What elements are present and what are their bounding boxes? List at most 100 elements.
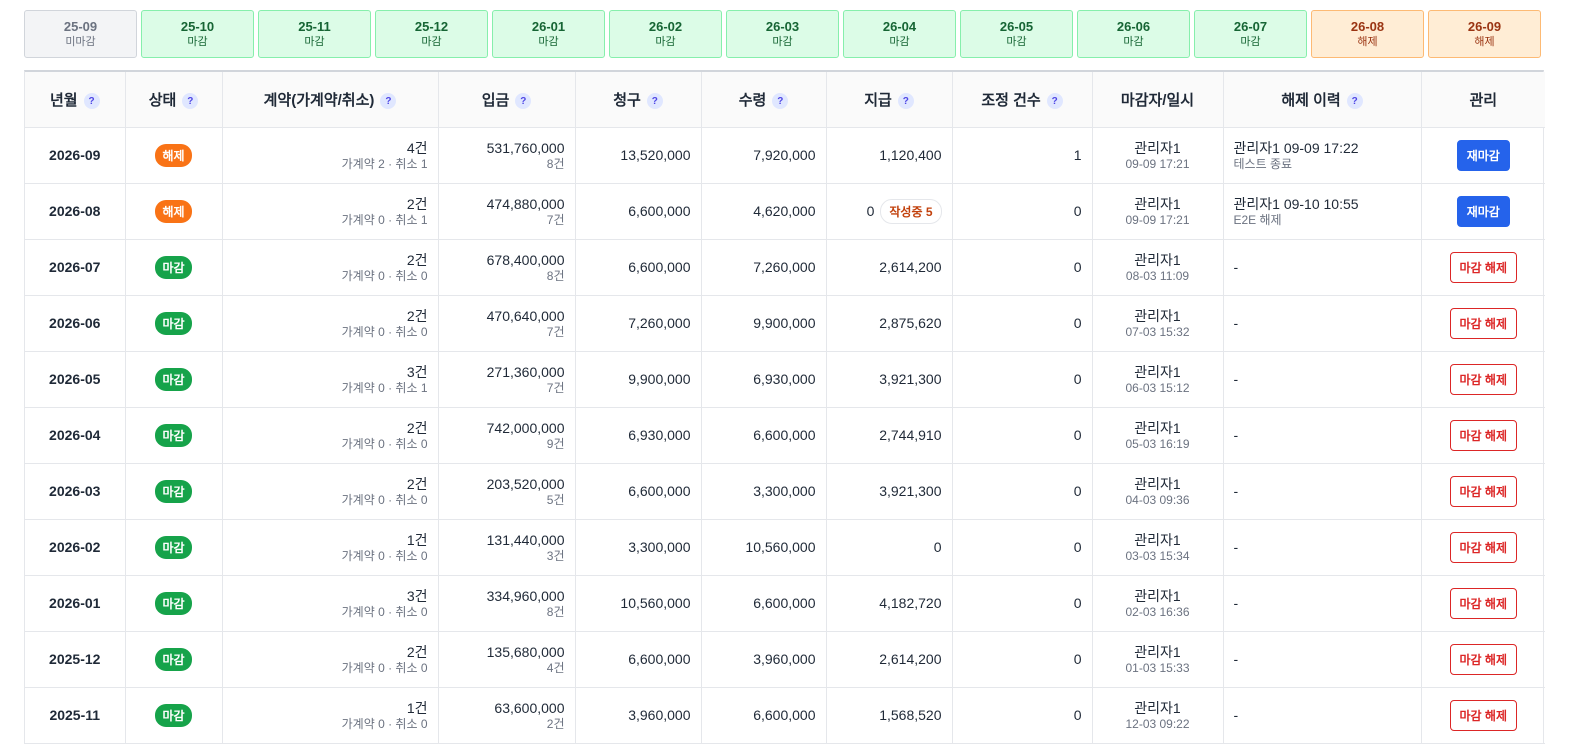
release-reason: E2E 해제 [1233, 212, 1282, 227]
cell-deposit: 474,880,000 7건 [438, 183, 576, 240]
cell-adjust-count: 0 [952, 631, 1093, 688]
month-chip[interactable]: 26-09 해제 [1428, 10, 1541, 58]
deposit-amount: 531,760,000 [486, 139, 565, 156]
cell-release-history: - [1223, 575, 1422, 632]
cell-closer: 관리자1 09-09 17:21 [1092, 183, 1224, 240]
month-chip[interactable]: 26-07 마감 [1194, 10, 1307, 58]
cell-payment: 3,921,300 [826, 463, 953, 520]
closing-table: 년월? 상태? 계약(가계약/취소)? 입금? 청구? 수령? 지급? 조정 건수? 마감자/일… [24, 70, 1545, 744]
release-history: - [1233, 539, 1239, 555]
cell-manage: 마감 해제 [1421, 295, 1545, 352]
month-chip-status: 마감 [772, 36, 793, 48]
release-close-button[interactable]: 마감 해제 [1449, 699, 1517, 731]
cell-adjust-count: 0 [952, 351, 1093, 408]
month-chip[interactable]: 26-01 마감 [492, 10, 605, 58]
payment-wrap: 3,921,300 [879, 483, 941, 499]
cell-receipt: 4,620,000 [701, 183, 827, 240]
help-icon[interactable]: ? [380, 93, 397, 110]
table-body: 2026-09 해제 4건 가계약 2 · 취소 1 531,760,000 8건 13,5… [25, 127, 1545, 744]
reclose-button[interactable]: 재마감 [1456, 195, 1510, 227]
cell-month: 2026-07 [25, 239, 126, 296]
cell-release-history: - [1223, 631, 1422, 688]
release-history: - [1233, 371, 1239, 387]
cell-deposit: 678,400,000 8건 [438, 239, 576, 296]
month-chip[interactable]: 26-02 마감 [609, 10, 722, 58]
cell-billing: 3,300,000 [575, 519, 702, 576]
cell-deposit: 470,640,000 7건 [438, 295, 576, 352]
month-chip[interactable]: 25-10 마감 [141, 10, 254, 58]
cell-status: 마감 [125, 519, 223, 576]
release-close-button[interactable]: 마감 해제 [1449, 419, 1517, 451]
column-header-payment: 지급? [826, 72, 953, 128]
cell-manage: 마감 해제 [1421, 631, 1545, 688]
month-chip-label: 25-11 [298, 19, 331, 34]
help-icon[interactable]: ? [182, 93, 199, 110]
month-chip[interactable]: 25-12 마감 [375, 10, 488, 58]
help-icon[interactable]: ? [1346, 93, 1363, 110]
cell-payment: 2,744,910 [826, 407, 953, 464]
help-icon[interactable]: ? [897, 93, 914, 110]
deposit-amount: 135,680,000 [486, 643, 565, 660]
cell-adjust-count: 0 [952, 239, 1093, 296]
month-chip[interactable]: 26-04 마감 [843, 10, 956, 58]
release-close-button[interactable]: 마감 해제 [1449, 531, 1517, 563]
release-close-button[interactable]: 마감 해제 [1449, 643, 1517, 675]
cell-closer: 관리자1 01-03 15:33 [1092, 631, 1224, 688]
column-header-month: 년월? [25, 72, 126, 128]
payment-amount: 3,921,300 [879, 483, 942, 499]
cell-release-history: 관리자1 09-10 10:55 E2E 해제 [1223, 183, 1422, 240]
cell-deposit: 63,600,000 2건 [438, 687, 576, 744]
deposit-amount: 203,520,000 [486, 475, 565, 492]
month-chip[interactable]: 26-03 마감 [726, 10, 839, 58]
cell-contracts: 2건 가계약 0 · 취소 0 [222, 295, 439, 352]
payment-amount: 2,744,910 [879, 427, 942, 443]
cell-status: 해제 [125, 183, 223, 240]
cell-closer: 관리자1 12-03 09:22 [1092, 687, 1224, 744]
help-icon[interactable]: ? [1046, 93, 1063, 110]
month-chip-label: 26-05 [999, 19, 1034, 34]
status-badge: 해제 [155, 143, 192, 167]
cell-deposit: 203,520,000 5건 [438, 463, 576, 520]
cell-manage: 재마감 [1421, 183, 1545, 240]
reclose-button[interactable]: 재마감 [1456, 139, 1510, 171]
month-chip[interactable]: 26-05 마감 [960, 10, 1073, 58]
month-chip-status: 해제 [1474, 36, 1495, 48]
release-close-button[interactable]: 마감 해제 [1449, 475, 1517, 507]
payment-wrap: 2,614,200 [879, 651, 941, 667]
cell-adjust-count: 1 [952, 127, 1093, 184]
month-chip[interactable]: 25-09 미마감 [24, 10, 137, 58]
month-chip[interactable]: 26-06 마감 [1077, 10, 1190, 58]
contracts-breakdown: 가계약 0 · 취소 0 [341, 324, 428, 339]
month-chip[interactable]: 26-08 해제 [1311, 10, 1424, 58]
contracts-count: 2건 [406, 307, 428, 324]
cell-release-history: - [1223, 239, 1422, 296]
contracts-count: 4건 [406, 139, 428, 156]
deposit-count: 7건 [546, 212, 565, 227]
help-icon[interactable]: ? [646, 93, 663, 110]
status-badge: 마감 [155, 367, 192, 391]
release-close-button[interactable]: 마감 해제 [1449, 251, 1517, 283]
cell-adjust-count: 0 [952, 519, 1093, 576]
help-icon[interactable]: ? [515, 93, 532, 110]
contracts-breakdown: 가계약 0 · 취소 1 [341, 380, 428, 395]
closed-at: 09-09 17:21 [1125, 156, 1190, 171]
cell-billing: 6,600,000 [575, 463, 702, 520]
cell-contracts: 2건 가계약 0 · 취소 0 [222, 631, 439, 688]
release-history: - [1233, 483, 1239, 499]
status-badge: 마감 [155, 647, 192, 671]
help-icon[interactable]: ? [83, 93, 100, 110]
column-header-deposit: 입금? [438, 72, 576, 128]
release-close-button[interactable]: 마감 해제 [1449, 587, 1517, 619]
release-close-button[interactable]: 마감 해제 [1449, 363, 1517, 395]
cell-month: 2026-05 [25, 351, 126, 408]
help-icon[interactable]: ? [772, 93, 789, 110]
cell-month: 2026-06 [25, 295, 126, 352]
payment-wrap: 0 작성중 5 [867, 198, 942, 224]
draft-count-badge[interactable]: 작성중 5 [880, 198, 942, 224]
cell-manage: 마감 해제 [1421, 575, 1545, 632]
status-badge: 마감 [155, 255, 192, 279]
month-chip[interactable]: 25-11 마감 [258, 10, 371, 58]
release-close-button[interactable]: 마감 해제 [1449, 307, 1517, 339]
cell-adjust-count: 0 [952, 463, 1093, 520]
cell-receipt: 7,260,000 [701, 239, 827, 296]
